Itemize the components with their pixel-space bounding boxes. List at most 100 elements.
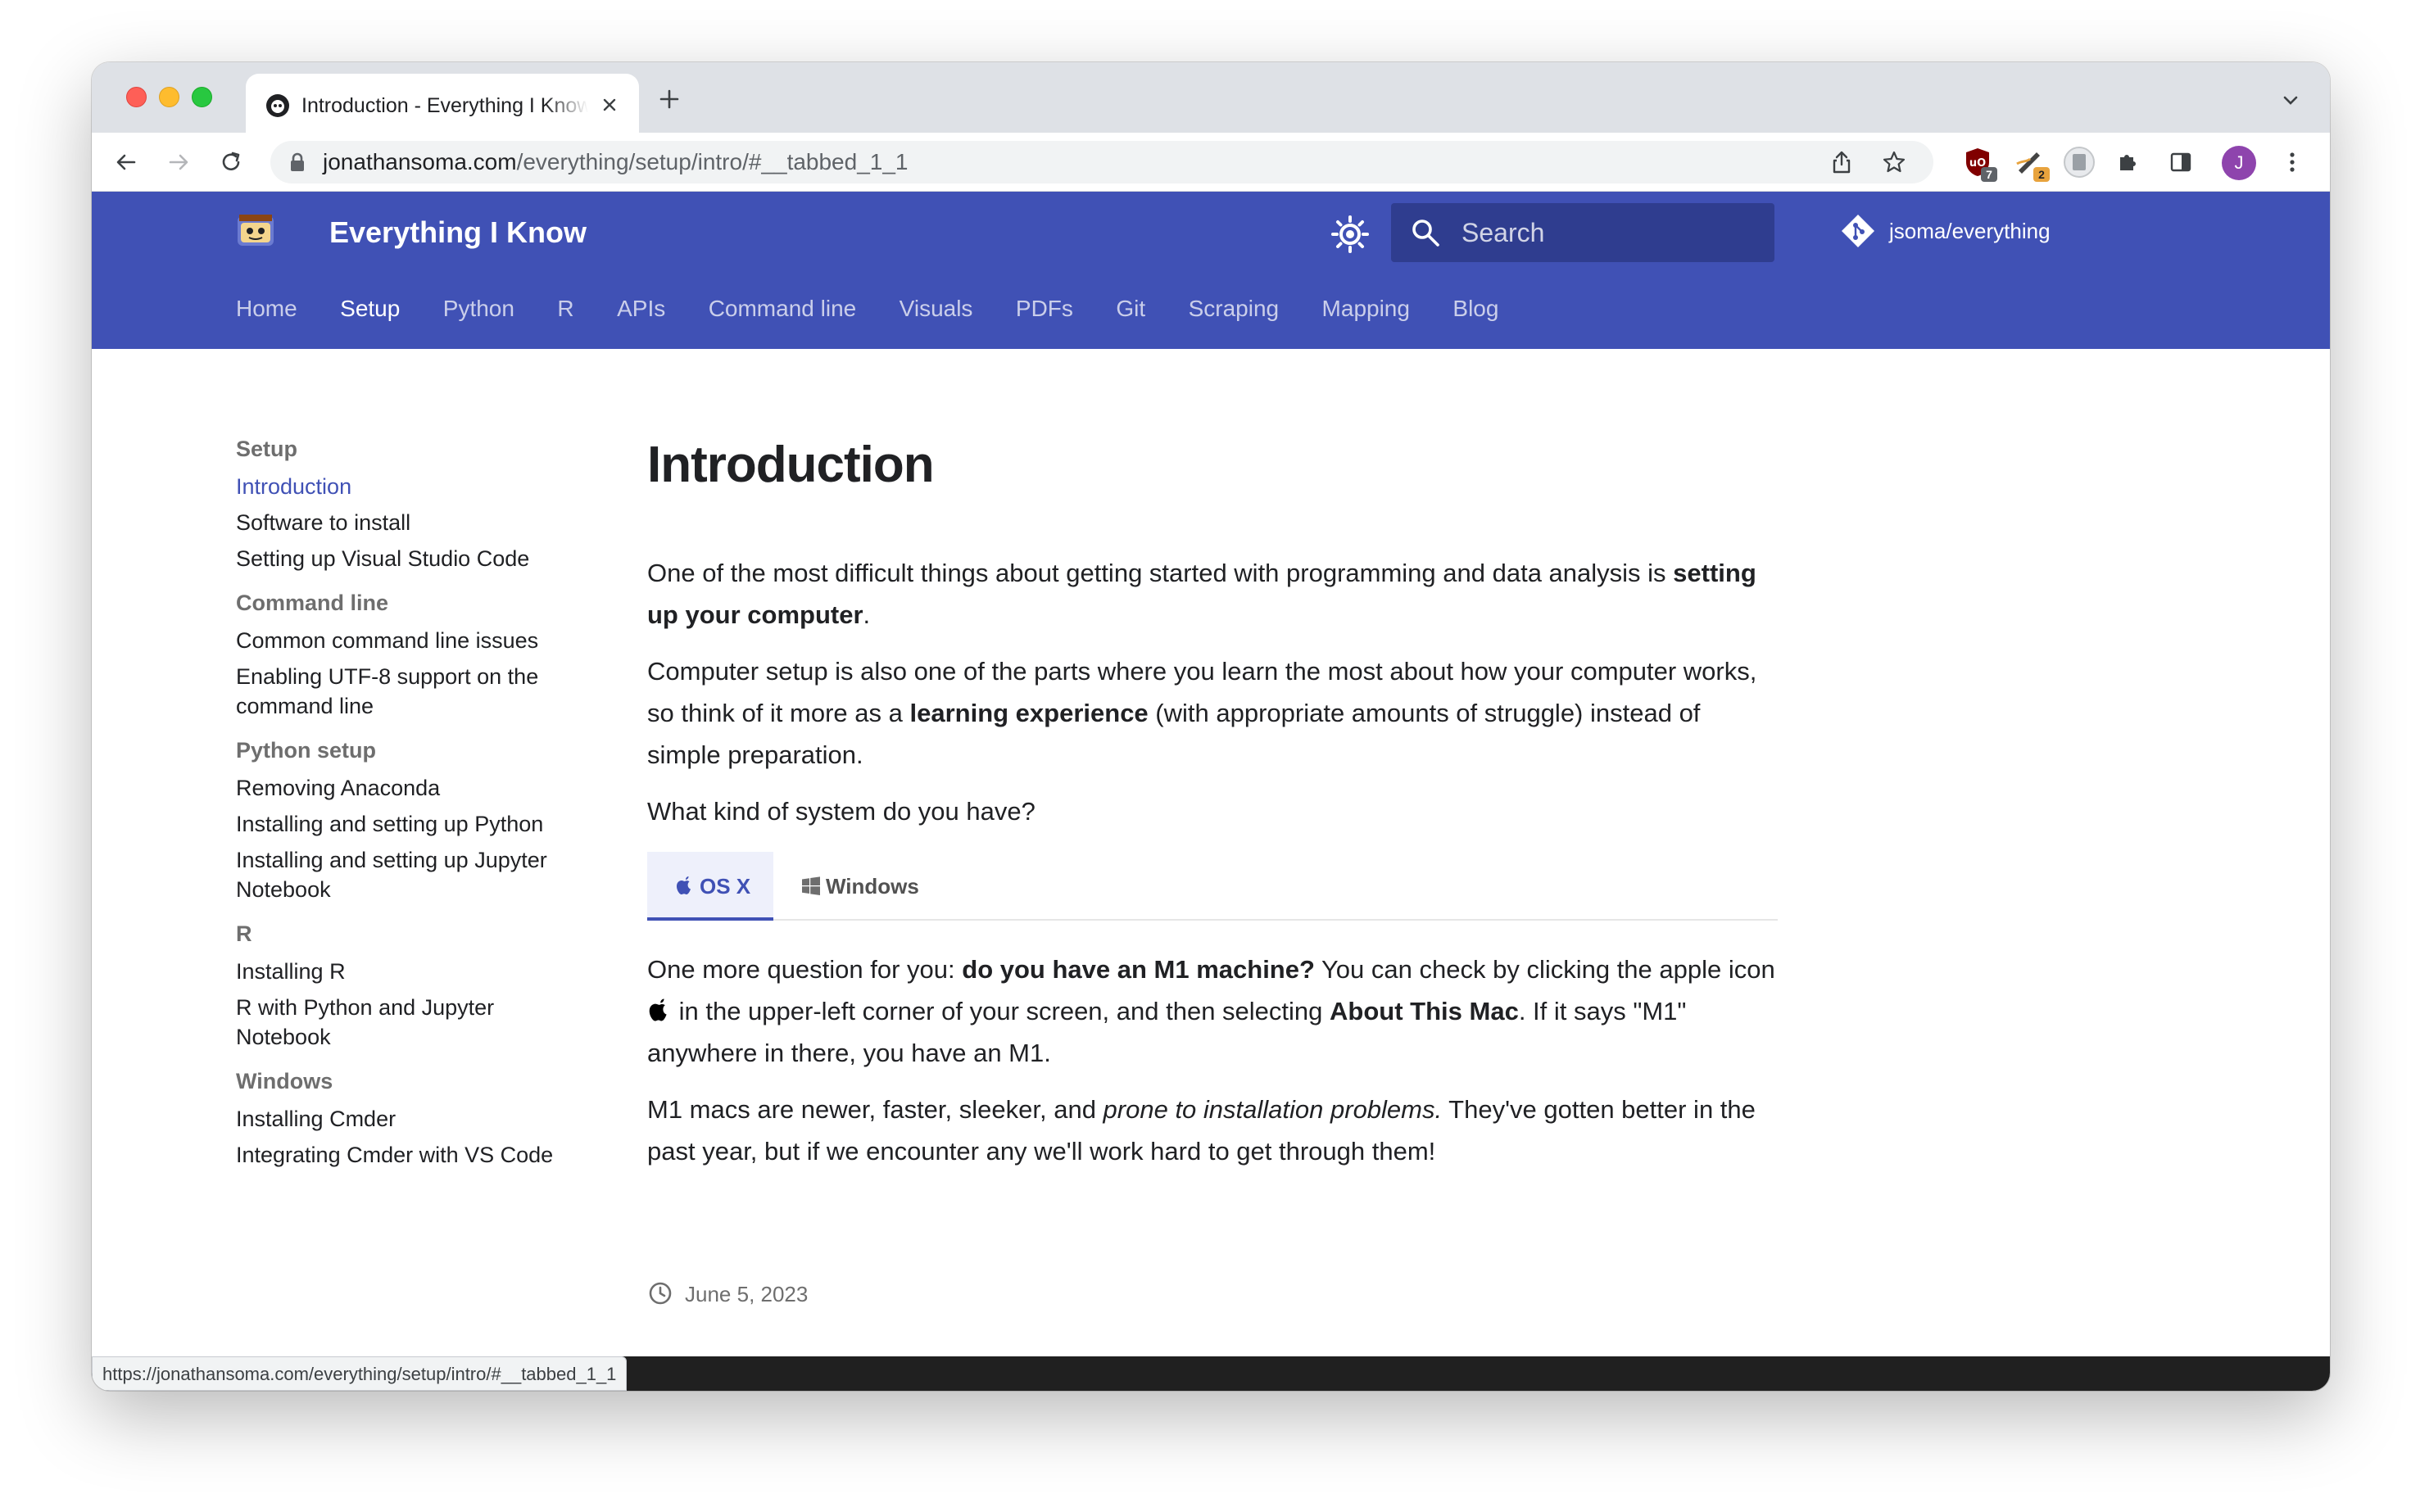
- sidebar-section-setup: Setup: [236, 437, 298, 461]
- browser-tab-active[interactable]: Introduction - Everything I Know: [246, 74, 639, 133]
- new-tab-icon[interactable]: [657, 87, 682, 111]
- zoom-window-button[interactable]: [192, 87, 212, 107]
- reload-icon[interactable]: [218, 149, 244, 175]
- m1-problems-text: M1 macs are newer, faster, sleeker, and: [647, 1095, 1104, 1124]
- page-title: Introduction: [647, 437, 935, 493]
- tab-osx[interactable]: OS X: [647, 852, 773, 921]
- site-header: Everything I Know Search jsoma/everythin…: [92, 192, 2330, 349]
- tab-windows[interactable]: Windows: [801, 852, 919, 921]
- learning-paragraph: Computer setup is also one of the parts …: [647, 650, 1778, 776]
- url-text[interactable]: jonathansoma.com/everything/setup/intro/…: [323, 147, 909, 177]
- sidebar-section-command-line: Command line: [236, 591, 389, 615]
- brightness-toggle-icon[interactable]: [1330, 215, 1370, 254]
- address-bar[interactable]: jonathansoma.com/everything/setup/intro/…: [270, 141, 1933, 183]
- nav-tab-pdfs[interactable]: PDFs: [1016, 288, 1073, 329]
- git-repo-icon[interactable]: [1840, 213, 1876, 249]
- close-tab-icon[interactable]: [598, 93, 621, 116]
- tab-osx-label: OS X: [700, 874, 751, 899]
- m1-question-paragraph: One more question for you: do you have a…: [647, 948, 1778, 1074]
- sidebar-section-windows: Windows: [236, 1069, 333, 1093]
- tab-strip: Introduction - Everything I Know: [92, 62, 2330, 133]
- intro-text: One of the most difficult things about g…: [647, 559, 1674, 587]
- nav-tab-mapping[interactable]: Mapping: [1322, 288, 1410, 329]
- nav-tab-git[interactable]: Git: [1116, 288, 1145, 329]
- status-bar-url: https://jonathansoma.com/everything/setu…: [92, 1356, 628, 1391]
- site-logo-icon[interactable]: [236, 211, 275, 251]
- system-question: What kind of system do you have?: [647, 797, 1036, 826]
- close-window-button[interactable]: [126, 87, 147, 107]
- ublock-badge: 7: [1981, 167, 1997, 182]
- nav-tab-python[interactable]: Python: [443, 288, 514, 329]
- m1-emphasis: do you have an M1 machine?: [962, 955, 1315, 984]
- url-path: /everything/setup/intro/#__tabbed_1_1: [516, 149, 909, 174]
- last-updated-date: June 5, 2023: [685, 1282, 809, 1306]
- sidebar-item-installing-r[interactable]: Installing R: [236, 950, 580, 986]
- m1-text-2: You can check by clicking the apple icon: [1314, 955, 1775, 984]
- tab-search-chevron-icon[interactable]: [2279, 88, 2302, 111]
- intro-paragraph: One of the most difficult things about g…: [647, 552, 1778, 636]
- tab-title: Introduction - Everything I Know: [301, 94, 588, 117]
- profile-avatar[interactable]: J: [2222, 146, 2256, 180]
- sidebar-item-common-command-line-issues[interactable]: Common command line issues: [236, 619, 580, 655]
- m1-problems-italic: prone to installation problems.: [1103, 1095, 1443, 1124]
- browser-toolbar: jonathansoma.com/everything/setup/intro/…: [92, 133, 2330, 192]
- share-icon[interactable]: [1829, 149, 1855, 175]
- search-input[interactable]: Search: [1391, 203, 1774, 262]
- main-content: Introduction One of the most difficult t…: [647, 432, 1778, 1172]
- about-this-mac-emphasis: About This Mac: [1330, 997, 1519, 1025]
- nav-tab-home[interactable]: Home: [236, 288, 297, 329]
- sidebar-item-software-to-install[interactable]: Software to install: [236, 501, 580, 537]
- page-bottom-bar: https://jonathansoma.com/everything/setu…: [92, 1356, 2330, 1391]
- sidebar-item-r-with-python-jupyter[interactable]: R with Python and Jupyter Notebook: [236, 986, 580, 1052]
- forward-arrow-icon[interactable]: [165, 149, 192, 175]
- nav-tab-command-line[interactable]: Command line: [709, 288, 857, 329]
- m1-text-3: in the upper-left corner of your screen,…: [672, 997, 1330, 1025]
- site-favicon-icon: [266, 94, 289, 117]
- site-title[interactable]: Everything I Know: [329, 213, 587, 252]
- sidebar-section-r: R: [236, 921, 252, 946]
- sidebar-item-cmder-vscode[interactable]: Integrating Cmder with VS Code: [236, 1134, 580, 1170]
- sidebar-item-setting-up-vscode[interactable]: Setting up Visual Studio Code: [236, 537, 580, 573]
- nav-tab-scraping[interactable]: Scraping: [1189, 288, 1280, 329]
- extensions-puzzle-icon[interactable]: [2115, 149, 2141, 175]
- pen-extension-badge: 2: [2033, 167, 2050, 182]
- apple-icon: [677, 876, 691, 894]
- url-host: jonathansoma.com: [323, 149, 517, 174]
- repo-link[interactable]: jsoma/everything: [1889, 216, 2051, 246]
- m1-problems-paragraph: M1 macs are newer, faster, sleeker, and …: [647, 1089, 1778, 1172]
- intro-period: .: [863, 600, 871, 629]
- minimize-window-button[interactable]: [159, 87, 179, 107]
- nav-tab-visuals[interactable]: Visuals: [900, 288, 973, 329]
- site-nav-tabs: Home Setup Python R APIs Command line Vi…: [236, 288, 1538, 329]
- nav-tab-r[interactable]: R: [557, 288, 573, 329]
- sidebar-section-python-setup: Python setup: [236, 738, 377, 763]
- nav-tab-blog[interactable]: Blog: [1452, 288, 1498, 329]
- apple-logo-inline-icon: [649, 998, 667, 1021]
- windows-icon: [802, 876, 820, 895]
- learning-emphasis: learning experience: [909, 699, 1149, 727]
- nav-tab-setup[interactable]: Setup: [340, 288, 400, 329]
- sidebar-item-removing-anaconda[interactable]: Removing Anaconda: [236, 767, 580, 803]
- ublock-icon[interactable]: uO 7: [1961, 146, 1997, 182]
- browser-window: Introduction - Everything I Know jonatha…: [92, 62, 2330, 1391]
- search-placeholder: Search: [1462, 218, 1545, 247]
- sidebar-item-installing-python[interactable]: Installing and setting up Python: [236, 803, 580, 839]
- sidebar-nav: Setup Introduction Software to install S…: [236, 432, 580, 1170]
- pen-extension-icon[interactable]: 2: [2014, 146, 2050, 182]
- reader-extension-icon[interactable]: [2063, 146, 2096, 179]
- sidebar-item-installing-jupyter[interactable]: Installing and setting up Jupyter Notebo…: [236, 839, 580, 904]
- sidebar-item-introduction[interactable]: Introduction: [236, 465, 580, 501]
- more-menu-icon[interactable]: [2279, 149, 2305, 175]
- m1-text: One more question for you:: [647, 955, 963, 984]
- sidebar-item-installing-cmder[interactable]: Installing Cmder: [236, 1098, 580, 1134]
- bookmark-star-icon[interactable]: [1881, 149, 1907, 175]
- search-icon: [1412, 220, 1439, 247]
- tab-windows-label: Windows: [826, 874, 919, 899]
- lock-icon[interactable]: [288, 152, 306, 172]
- os-tabset: OS X Windows: [647, 852, 1778, 921]
- sidebar-item-enabling-utf8[interactable]: Enabling UTF-8 support on the command li…: [236, 655, 580, 721]
- side-panel-icon[interactable]: [2168, 149, 2194, 175]
- nav-tab-apis[interactable]: APIs: [617, 288, 665, 329]
- last-updated: June 5, 2023: [647, 1278, 808, 1311]
- back-arrow-icon[interactable]: [113, 149, 139, 175]
